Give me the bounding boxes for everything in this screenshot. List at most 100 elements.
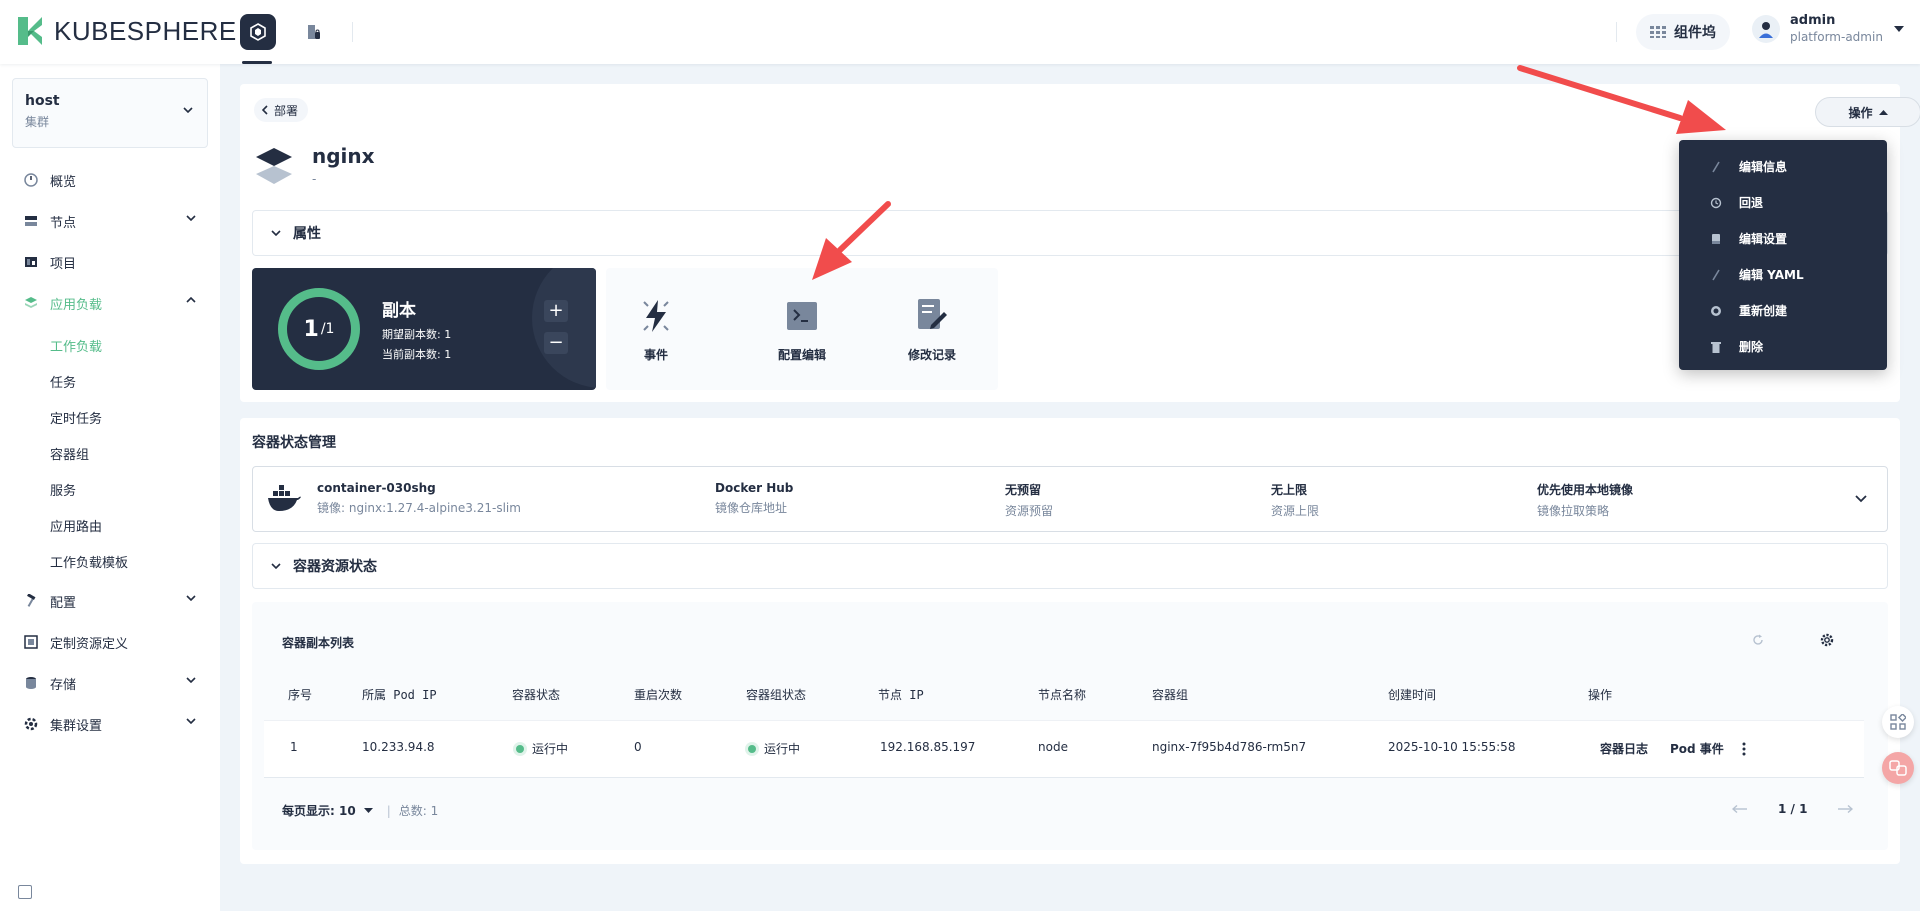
operations-label: 操作 [1848, 105, 1873, 120]
cell-pod-name[interactable]: nginx-7f95b4d786-rm5n7 [1152, 740, 1306, 754]
sidebar-subitem-services[interactable]: 服务 [50, 480, 76, 499]
dropdown-item-recreate[interactable]: 重新创建 [1709, 302, 1787, 319]
container-limit-cell: 无上限 资源上限 [1271, 481, 1319, 519]
apps-float-button[interactable] [1882, 706, 1914, 738]
gear-icon[interactable] [1820, 633, 1834, 647]
dropdown-item-rollback[interactable]: 回退 [1709, 194, 1763, 211]
replica-increase-button[interactable]: + [544, 300, 568, 322]
column-header: 所属 Pod IP [362, 688, 437, 702]
sidebar-item-config[interactable]: 配置 [24, 591, 196, 611]
sidebar-subitem-workload-templates[interactable]: 工作负载模板 [50, 552, 128, 571]
storage-icon [26, 677, 36, 689]
page-size-select[interactable]: 每页显示: 10 [282, 802, 356, 819]
refresh-icon[interactable] [1752, 634, 1764, 646]
arrow-right-icon[interactable] [1837, 805, 1854, 813]
revision-history-button[interactable]: 修改记录 [882, 294, 982, 363]
project-icon [25, 257, 37, 267]
sidebar-item-app-workloads[interactable]: 应用负载 [24, 293, 196, 313]
settings-icon [1712, 233, 1720, 244]
column-header: 节点 IP [878, 688, 924, 702]
sidebar-subitem-cronjobs[interactable]: 定时任务 [50, 408, 102, 427]
sidebar-subitem-jobs[interactable]: 任务 [50, 372, 76, 391]
pencil-icon [1712, 161, 1720, 172]
sidebar-subitem-pods[interactable]: 容器组 [50, 444, 89, 463]
dropdown-item-edit-settings[interactable]: 编辑设置 [1709, 230, 1787, 247]
replica-decrease-button[interactable]: − [544, 332, 568, 354]
status-dot [748, 744, 756, 753]
divider [352, 22, 353, 42]
pagination-size: 每页显示: 10 | 总数: 1 [282, 802, 438, 819]
dropdown-label: 回退 [1739, 196, 1764, 210]
replica-current: 1 [303, 316, 319, 342]
sidebar-item-nodes[interactable]: 节点 [24, 211, 196, 231]
container-image: 镜像: nginx:1.27.4-alpine3.21-slim [317, 501, 521, 515]
dropdown-item-edit-yaml[interactable]: 编辑 YAML [1709, 266, 1804, 283]
column-header: 创建时间 [1388, 688, 1437, 702]
caret-up-icon [1878, 109, 1888, 115]
sidebar-item-cluster-settings[interactable]: 集群设置 [24, 714, 196, 734]
cell-node-name: node [1038, 740, 1068, 754]
attributes-toggle[interactable]: 属性 [252, 210, 1888, 256]
column-header: 容器状态 [512, 688, 561, 702]
user-menu[interactable]: admin platform-admin [1752, 12, 1904, 46]
toolbox-button[interactable]: 组件坞 [1636, 14, 1730, 50]
events-button[interactable]: 事件 [606, 294, 706, 363]
caret-down-icon [363, 808, 373, 813]
logo[interactable]: KUBESPHERE [14, 15, 237, 47]
divider: | [386, 803, 391, 818]
attributes-label: 属性 [293, 226, 321, 242]
cell-container-status: 运行中 [516, 740, 568, 757]
edit-document-icon [918, 299, 947, 329]
nav-active-indicator [242, 61, 272, 64]
dropdown-item-edit-info[interactable]: 编辑信息 [1709, 158, 1787, 175]
replica-actual: 当前副本数: 1 [382, 348, 452, 361]
chevron-down-icon[interactable] [1855, 495, 1867, 503]
resource-status-label: 容器资源状态 [293, 559, 377, 575]
sidebar-item-label: 概览 [50, 174, 77, 190]
replica-desired: 期望副本数: 1 [382, 328, 452, 341]
container-resource-status-toggle[interactable]: 容器资源状态 [252, 543, 1888, 589]
cluster-selector[interactable]: host 集群 [12, 78, 208, 148]
translate-icon [1889, 760, 1907, 776]
chevron-down-icon [186, 677, 196, 683]
operations-button[interactable]: 操作 [1815, 97, 1920, 127]
sidebar-subitem-ingresses[interactable]: 应用路由 [50, 516, 102, 535]
avatar [1752, 15, 1780, 43]
sidebar-item-crd[interactable]: 定制资源定义 [24, 632, 196, 652]
recreate-icon [1711, 305, 1721, 316]
dropdown-item-delete[interactable]: 删除 [1709, 338, 1763, 355]
replica-decor-icon [532, 268, 596, 388]
tool-label: 事件 [643, 348, 668, 362]
back-button[interactable]: 部署 [254, 98, 309, 122]
cluster-nav-button[interactable] [296, 14, 332, 50]
sidebar-item-projects[interactable]: 项目 [24, 252, 196, 272]
sidebar-item-storage[interactable]: 存储 [24, 673, 196, 693]
config-edit-button[interactable]: 配置编辑 [752, 294, 852, 363]
sidebar-item-overview[interactable]: 概览 [24, 170, 196, 190]
translate-float-button[interactable] [1882, 752, 1914, 784]
container-row[interactable]: container-030shg 镜像: nginx:1.27.4-alpine… [252, 466, 1888, 532]
arrow-left-icon[interactable] [1732, 805, 1748, 813]
dropdown-label: 重新创建 [1739, 304, 1788, 318]
appstack-icon [25, 297, 37, 308]
logo-text: KUBESPHERE [54, 15, 237, 46]
sidebar-collapse-icon[interactable] [18, 885, 32, 899]
chevron-up-icon [186, 297, 196, 303]
container-status-text: 运行中 [532, 742, 569, 756]
platform-nav-button[interactable] [240, 14, 276, 50]
container-logs-link[interactable]: 容器日志 [1600, 740, 1648, 757]
status-dot [516, 744, 524, 753]
cell-created-time: 2025-10-10 15:55:58 [1388, 740, 1516, 754]
section-title: 容器状态管理 [252, 435, 336, 451]
pod-events-link[interactable]: Pod 事件 [1670, 740, 1724, 757]
sidebar-subitem-workloads[interactable]: 工作负载 [50, 336, 102, 355]
more-vertical-icon[interactable] [1742, 742, 1746, 756]
back-label: 部署 [274, 103, 299, 118]
container-reserve: 无预留 [1005, 483, 1042, 497]
chevron-down-icon [271, 563, 281, 569]
container-reserve-label: 资源预留 [1005, 504, 1054, 518]
sidebar-item-label: 定制资源定义 [50, 636, 129, 652]
crd-icon [24, 635, 38, 649]
cell-pod-ip: 10.233.94.8 [362, 740, 435, 754]
top-bar: KUBESPHERE 组件坞 admin platform-admin [0, 0, 1920, 64]
